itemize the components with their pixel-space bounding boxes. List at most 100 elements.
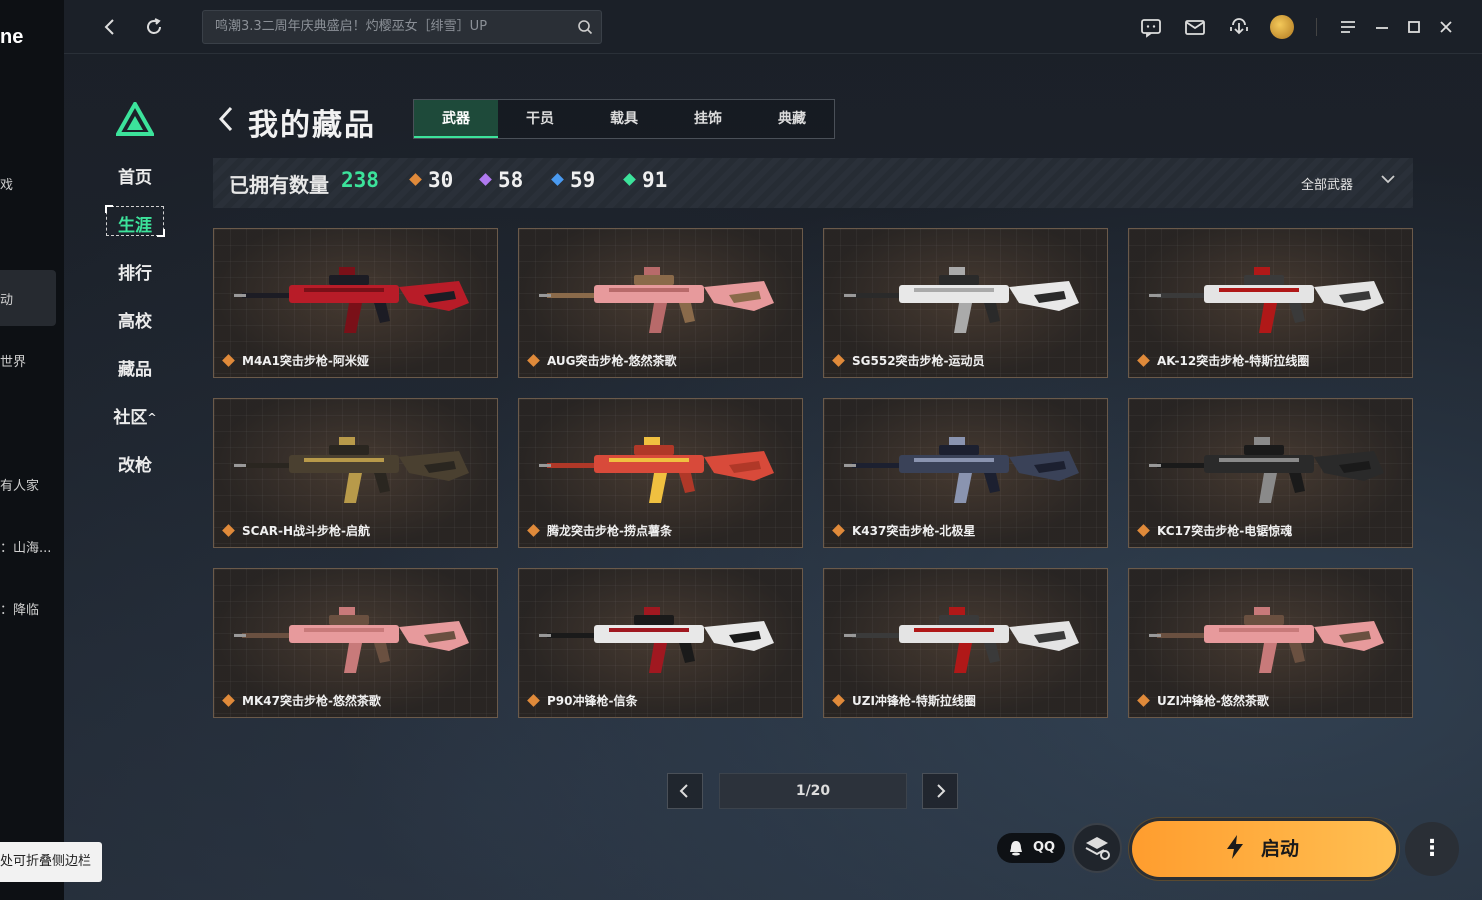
chevron-down-icon[interactable] xyxy=(1379,170,1397,193)
nav-college[interactable]: 高校 xyxy=(104,307,166,332)
nav-community-label: 社区 xyxy=(113,408,148,428)
nav-collection[interactable]: 藏品 xyxy=(104,355,166,380)
weapon-name: MK47突击步枪-悠然茶歌 xyxy=(242,694,381,708)
weapon-image xyxy=(844,267,1079,333)
qq-icon xyxy=(1010,841,1022,856)
weapon-card[interactable]: P90冲锋枪-信条 xyxy=(518,568,803,718)
user-avatar[interactable] xyxy=(1270,15,1294,39)
sidebar-item[interactable]: 有人家 xyxy=(0,475,39,494)
nav-ranking[interactable]: 排行 xyxy=(104,259,166,284)
weapon-name: AUG突击步枪-悠然茶歌 xyxy=(547,354,677,368)
weapon-name: M4A1突击步枪-阿米娅 xyxy=(242,354,369,368)
diamond-orange-icon xyxy=(409,173,422,186)
sidebar-item[interactable]: 戏 xyxy=(0,174,13,193)
weapon-card[interactable]: SG552突击步枪-运动员 xyxy=(823,228,1108,378)
quality-count-blue: 59 xyxy=(551,168,595,192)
layers-gear-icon xyxy=(1085,837,1110,860)
weapon-name: SCAR-H战斗步枪-启航 xyxy=(242,524,370,538)
refresh-icon[interactable] xyxy=(142,15,166,39)
diamond-purple-icon xyxy=(479,173,492,186)
search-placeholder: 鸣潮3.3二周年庆典盛启！灼樱巫女［绯雪］UP xyxy=(215,19,488,34)
qq-login-button[interactable]: QQ xyxy=(997,833,1065,863)
weapon-filter-dropdown[interactable]: 全部武器 xyxy=(1301,174,1353,193)
weapon-card[interactable]: UZI冲锋枪-悠然茶歌 xyxy=(1128,568,1413,718)
launch-label: 启动 xyxy=(1260,838,1299,860)
weapon-image xyxy=(234,267,469,333)
sidebar-item[interactable]: 世界 xyxy=(0,351,26,370)
menu-icon[interactable] xyxy=(1336,15,1360,39)
weapon-name: K437突击步枪-北极星 xyxy=(852,524,976,538)
weapon-image xyxy=(1149,437,1384,503)
qq-label: QQ xyxy=(1033,840,1056,855)
more-options-button[interactable]: ⋮ xyxy=(1405,822,1459,876)
weapon-name: UZI冲锋枪-悠然茶歌 xyxy=(1157,694,1269,708)
page-indicator: 1/20 xyxy=(719,773,907,809)
weapon-name: SG552突击步枪-运动员 xyxy=(852,354,985,368)
game-logo-icon xyxy=(116,102,154,136)
weapon-image xyxy=(844,437,1079,503)
prev-page-button[interactable] xyxy=(667,773,703,809)
weapon-image xyxy=(844,607,1079,673)
nav-gunsmith[interactable]: 改枪 xyxy=(104,451,166,476)
weapon-card[interactable]: K437突击步枪-北极星 xyxy=(823,398,1108,548)
next-page-button[interactable] xyxy=(922,773,958,809)
weapon-image xyxy=(539,437,774,503)
launch-button[interactable]: 启动 xyxy=(1132,821,1396,877)
weapon-name: KC17突击步枪-电锯惊魂 xyxy=(1157,524,1293,538)
weapon-name: UZI冲锋枪-特斯拉线圈 xyxy=(852,694,976,708)
tab-weapons[interactable]: 武器 xyxy=(414,100,498,138)
brand-text: ne xyxy=(0,26,24,48)
weapon-image xyxy=(1149,267,1384,333)
weapon-card[interactable]: 腾龙突击步枪-捞点薯条 xyxy=(518,398,803,548)
quality-count-value: 58 xyxy=(498,168,524,192)
sidebar-item[interactable]: ：降临 xyxy=(0,599,39,618)
mail-icon[interactable] xyxy=(1183,15,1207,39)
quality-count-green: 91 xyxy=(623,168,667,192)
weapon-card[interactable]: UZI冲锋枪-特斯拉线圈 xyxy=(823,568,1108,718)
owned-count-total: 238 xyxy=(341,168,379,192)
page-back-icon[interactable] xyxy=(216,104,236,141)
minimize-icon[interactable] xyxy=(1370,15,1394,39)
sidebar-item-active[interactable]: 动 xyxy=(0,289,13,308)
weapon-name: AK-12突击步枪-特斯拉线圈 xyxy=(1157,354,1310,368)
weapon-image xyxy=(1149,607,1384,673)
weapon-card[interactable]: AK-12突击步枪-特斯拉线圈 xyxy=(1128,228,1413,378)
quality-count-purple: 58 xyxy=(479,168,524,192)
nav-community[interactable]: 社区^ xyxy=(104,403,166,428)
download-icon[interactable] xyxy=(1227,15,1251,39)
search-icon[interactable] xyxy=(577,19,593,35)
weapon-card[interactable]: MK47突击步枪-悠然茶歌 xyxy=(213,568,498,718)
weapon-card[interactable]: AUG突击步枪-悠然茶歌 xyxy=(518,228,803,378)
maximize-icon[interactable] xyxy=(1402,15,1426,39)
nav-career[interactable]: 生涯 xyxy=(104,211,166,236)
quality-count-orange: 30 xyxy=(409,168,454,192)
lightning-icon xyxy=(1227,835,1243,859)
top-bar: 鸣潮3.3二周年庆典盛启！灼樱巫女［绯雪］UP xyxy=(64,0,1482,54)
message-icon[interactable] xyxy=(1139,15,1163,39)
search-input[interactable]: 鸣潮3.3二周年庆典盛启！灼樱巫女［绯雪］UP xyxy=(202,10,602,44)
weapon-image xyxy=(234,607,469,673)
owned-count-label: 已拥有数量 xyxy=(229,173,329,197)
chevron-up-icon: ^ xyxy=(147,411,157,424)
weapon-image xyxy=(234,437,469,503)
nav-home[interactable]: 首页 xyxy=(104,163,166,188)
weapon-image xyxy=(539,607,774,673)
collapsed-sidebar: ne 戏 动 世界 有人家 ：山海... ：降临 xyxy=(0,0,64,900)
back-icon[interactable] xyxy=(98,15,122,39)
weapon-name: P90冲锋枪-信条 xyxy=(547,694,638,708)
weapon-card[interactable]: KC17突击步枪-电锯惊魂 xyxy=(1128,398,1413,548)
game-settings-button[interactable] xyxy=(1072,823,1122,873)
diamond-green-icon xyxy=(623,173,636,186)
tab-operators[interactable]: 干员 xyxy=(498,100,582,138)
tab-charms[interactable]: 挂饰 xyxy=(666,100,750,138)
category-tabs: 武器 干员 载具 挂饰 典藏 xyxy=(413,99,835,139)
tab-archive[interactable]: 典藏 xyxy=(750,100,834,138)
weapon-image xyxy=(539,267,774,333)
weapon-card[interactable]: SCAR-H战斗步枪-启航 xyxy=(213,398,498,548)
sidebar-item[interactable]: ：山海... xyxy=(0,537,51,556)
weapon-card[interactable]: M4A1突击步枪-阿米娅 xyxy=(213,228,498,378)
close-icon[interactable] xyxy=(1434,15,1458,39)
tab-vehicles[interactable]: 载具 xyxy=(582,100,666,138)
quality-count-value: 30 xyxy=(428,168,454,192)
collapse-tooltip: 处可折叠侧边栏 xyxy=(0,842,102,882)
